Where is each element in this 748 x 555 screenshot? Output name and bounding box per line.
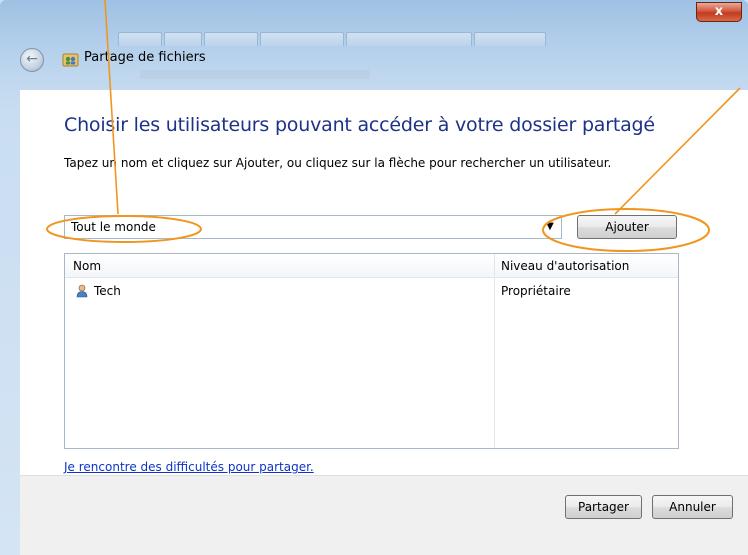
background-tabs	[118, 32, 546, 48]
page-heading: Choisir les utilisateurs pouvant accéder…	[64, 114, 655, 136]
file-sharing-icon	[62, 53, 79, 67]
permissions-list[interactable]: Nom Niveau d'autorisation Tech Propriéta…	[64, 253, 679, 449]
background-subtitle-bar	[140, 70, 370, 79]
background-tab	[164, 32, 202, 46]
user-icon	[76, 284, 88, 298]
cancel-button[interactable]: Annuler	[652, 495, 733, 519]
user-name-combobox[interactable]: ▼	[64, 215, 562, 239]
background-tab	[260, 32, 344, 46]
instruction-text: Tapez un nom et cliquez sur Ajouter, ou …	[64, 156, 612, 170]
dialog-footer: Partager Annuler	[20, 475, 748, 555]
back-arrow-icon[interactable]: ←	[20, 48, 44, 72]
content-panel: Choisir les utilisateurs pouvant accéder…	[20, 90, 748, 555]
chevron-down-icon[interactable]: ▼	[542, 219, 558, 235]
column-header-name[interactable]: Nom	[73, 259, 101, 273]
list-item[interactable]: Tech Propriétaire	[65, 282, 678, 304]
share-button[interactable]: Partager	[565, 495, 642, 519]
background-tab	[346, 32, 472, 46]
permission-level[interactable]: Propriétaire	[501, 284, 571, 298]
user-name-input[interactable]	[65, 216, 535, 238]
list-header: Nom Niveau d'autorisation	[65, 254, 678, 278]
close-button[interactable]: x	[696, 2, 742, 22]
background-tab	[118, 32, 162, 46]
user-name: Tech	[94, 284, 121, 298]
help-link[interactable]: Je rencontre des difficultés pour partag…	[64, 460, 314, 474]
window-title: Partage de fichiers	[84, 50, 206, 65]
background-tab	[204, 32, 258, 46]
window-chrome: x ← Partage de fichiers Choisir les util…	[0, 0, 748, 555]
column-header-level[interactable]: Niveau d'autorisation	[501, 259, 629, 273]
background-tab	[474, 32, 546, 46]
add-button[interactable]: Ajouter	[577, 215, 677, 239]
